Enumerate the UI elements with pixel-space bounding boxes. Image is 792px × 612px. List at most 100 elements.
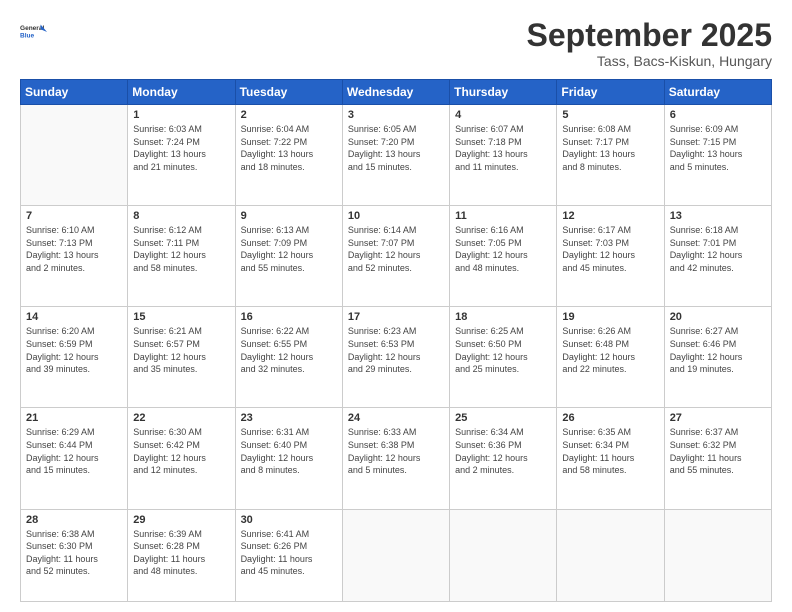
day-number: 22 [133, 412, 229, 424]
header-monday: Monday [128, 80, 235, 105]
day-info: Sunrise: 6:10 AM Sunset: 7:13 PM Dayligh… [26, 224, 122, 274]
day-info: Sunrise: 6:20 AM Sunset: 6:59 PM Dayligh… [26, 325, 122, 375]
calendar-cell: 12Sunrise: 6:17 AM Sunset: 7:03 PM Dayli… [557, 206, 664, 307]
day-number: 8 [133, 210, 229, 222]
page: GeneralBlue September 2025 Tass, Bacs-Ki… [0, 0, 792, 612]
day-info: Sunrise: 6:04 AM Sunset: 7:22 PM Dayligh… [241, 123, 337, 173]
day-info: Sunrise: 6:35 AM Sunset: 6:34 PM Dayligh… [562, 426, 658, 476]
day-number: 21 [26, 412, 122, 424]
day-number: 17 [348, 311, 444, 323]
day-number: 27 [670, 412, 766, 424]
calendar-table: Sunday Monday Tuesday Wednesday Thursday… [20, 79, 772, 602]
header-tuesday: Tuesday [235, 80, 342, 105]
calendar-cell: 4 Sunrise: 6:07 AM Sunset: 7:18 PM Daylig… [450, 105, 557, 206]
logo: GeneralBlue [20, 18, 48, 46]
calendar-cell: 23 Sunrise: 6:31 AM Sunset: 6:40 PM Dayli… [235, 408, 342, 509]
calendar-cell: 28 Sunrise: 6:38 AM Sunset: 6:30 PM Dayli… [21, 509, 128, 602]
day-info: Sunrise: 6:13 AM Sunset: 7:09 PM Dayligh… [241, 224, 337, 274]
day-number: 26 [562, 412, 658, 424]
calendar-cell: 7 Sunrise: 6:10 AM Sunset: 7:13 PM Daylig… [21, 206, 128, 307]
svg-text:Blue: Blue [20, 33, 34, 40]
day-number: 23 [241, 412, 337, 424]
day-info: Sunrise: 6:21 AM Sunset: 6:57 PM Dayligh… [133, 325, 229, 375]
day-info: Sunrise: 6:33 AM Sunset: 6:38 PM Dayligh… [348, 426, 444, 476]
day-number: 30 [241, 514, 337, 526]
location-subtitle: Tass, Bacs-Kiskun, Hungary [527, 53, 772, 69]
calendar-cell: 9 Sunrise: 6:13 AM Sunset: 7:09 PM Daylig… [235, 206, 342, 307]
day-info: Sunrise: 6:07 AM Sunset: 7:18 PM Dayligh… [455, 123, 551, 173]
day-number: 4 [455, 109, 551, 121]
calendar-cell: 10 Sunrise: 6:14 AM Sunset: 7:07 PM Dayli… [342, 206, 449, 307]
day-info: Sunrise: 6:34 AM Sunset: 6:36 PM Dayligh… [455, 426, 551, 476]
day-info: Sunrise: 6:26 AM Sunset: 6:48 PM Dayligh… [562, 325, 658, 375]
day-number: 1 [133, 109, 229, 121]
calendar-cell: 15 Sunrise: 6:21 AM Sunset: 6:57 PM Dayli… [128, 307, 235, 408]
day-number: 28 [26, 514, 122, 526]
calendar-cell: 21 Sunrise: 6:29 AM Sunset: 6:44 PM Dayli… [21, 408, 128, 509]
header-thursday: Thursday [450, 80, 557, 105]
calendar-cell: 20 Sunrise: 6:27 AM Sunset: 6:46 PM Dayli… [664, 307, 771, 408]
day-info: Sunrise: 6:27 AM Sunset: 6:46 PM Dayligh… [670, 325, 766, 375]
day-number: 2 [241, 109, 337, 121]
calendar-cell: 3 Sunrise: 6:05 AM Sunset: 7:20 PM Daylig… [342, 105, 449, 206]
day-info: Sunrise: 6:16 AM Sunset: 7:05 PM Dayligh… [455, 224, 551, 274]
calendar-cell: 17 Sunrise: 6:23 AM Sunset: 6:53 PM Dayli… [342, 307, 449, 408]
day-info: Sunrise: 6:18 AM Sunset: 7:01 PM Dayligh… [670, 224, 766, 274]
day-number: 14 [26, 311, 122, 323]
day-number: 11 [455, 210, 551, 222]
day-info: Sunrise: 6:38 AM Sunset: 6:30 PM Dayligh… [26, 528, 122, 578]
calendar-cell: 26 Sunrise: 6:35 AM Sunset: 6:34 PM Dayli… [557, 408, 664, 509]
day-number: 19 [562, 311, 658, 323]
day-info: Sunrise: 6:08 AM Sunset: 7:17 PM Dayligh… [562, 123, 658, 173]
weekday-header-row: Sunday Monday Tuesday Wednesday Thursday… [21, 80, 772, 105]
calendar-cell [664, 509, 771, 602]
day-number: 3 [348, 109, 444, 121]
header-friday: Friday [557, 80, 664, 105]
header-saturday: Saturday [664, 80, 771, 105]
calendar-cell: 2 Sunrise: 6:04 AM Sunset: 7:22 PM Daylig… [235, 105, 342, 206]
day-number: 20 [670, 311, 766, 323]
day-info: Sunrise: 6:23 AM Sunset: 6:53 PM Dayligh… [348, 325, 444, 375]
day-info: Sunrise: 6:03 AM Sunset: 7:24 PM Dayligh… [133, 123, 229, 173]
calendar-cell: 18Sunrise: 6:25 AM Sunset: 6:50 PM Dayli… [450, 307, 557, 408]
calendar-cell: 29Sunrise: 6:39 AM Sunset: 6:28 PM Dayli… [128, 509, 235, 602]
day-number: 29 [133, 514, 229, 526]
day-info: Sunrise: 6:31 AM Sunset: 6:40 PM Dayligh… [241, 426, 337, 476]
day-number: 6 [670, 109, 766, 121]
day-number: 7 [26, 210, 122, 222]
day-info: Sunrise: 6:29 AM Sunset: 6:44 PM Dayligh… [26, 426, 122, 476]
calendar-cell [450, 509, 557, 602]
day-number: 12 [562, 210, 658, 222]
day-number: 16 [241, 311, 337, 323]
day-info: Sunrise: 6:30 AM Sunset: 6:42 PM Dayligh… [133, 426, 229, 476]
day-info: Sunrise: 6:05 AM Sunset: 7:20 PM Dayligh… [348, 123, 444, 173]
calendar-cell [557, 509, 664, 602]
calendar-cell [342, 509, 449, 602]
day-info: Sunrise: 6:25 AM Sunset: 6:50 PM Dayligh… [455, 325, 551, 375]
day-info: Sunrise: 6:22 AM Sunset: 6:55 PM Dayligh… [241, 325, 337, 375]
day-number: 9 [241, 210, 337, 222]
calendar-cell: 24 Sunrise: 6:33 AM Sunset: 6:38 PM Dayli… [342, 408, 449, 509]
calendar-cell: 19 Sunrise: 6:26 AM Sunset: 6:48 PM Dayli… [557, 307, 664, 408]
day-info: Sunrise: 6:12 AM Sunset: 7:11 PM Dayligh… [133, 224, 229, 274]
header: GeneralBlue September 2025 Tass, Bacs-Ki… [20, 18, 772, 69]
day-info: Sunrise: 6:09 AM Sunset: 7:15 PM Dayligh… [670, 123, 766, 173]
day-number: 5 [562, 109, 658, 121]
day-number: 10 [348, 210, 444, 222]
day-number: 24 [348, 412, 444, 424]
day-info: Sunrise: 6:14 AM Sunset: 7:07 PM Dayligh… [348, 224, 444, 274]
logo-icon: GeneralBlue [20, 18, 48, 46]
day-number: 15 [133, 311, 229, 323]
day-number: 25 [455, 412, 551, 424]
day-info: Sunrise: 6:37 AM Sunset: 6:32 PM Dayligh… [670, 426, 766, 476]
calendar-cell: 22 Sunrise: 6:30 AM Sunset: 6:42 PM Dayli… [128, 408, 235, 509]
calendar-cell: 13 Sunrise: 6:18 AM Sunset: 7:01 PM Dayli… [664, 206, 771, 307]
month-title: September 2025 [527, 18, 772, 53]
calendar-cell: 6 Sunrise: 6:09 AM Sunset: 7:15 PM Daylig… [664, 105, 771, 206]
calendar-cell: 27 Sunrise: 6:37 AM Sunset: 6:32 PM Dayli… [664, 408, 771, 509]
day-number: 13 [670, 210, 766, 222]
calendar-cell: 1 Sunrise: 6:03 AM Sunset: 7:24 PM Daylig… [128, 105, 235, 206]
calendar-cell: 25 Sunrise: 6:34 AM Sunset: 6:36 PM Dayli… [450, 408, 557, 509]
calendar-cell [21, 105, 128, 206]
calendar-cell: 8 Sunrise: 6:12 AM Sunset: 7:11 PM Daylig… [128, 206, 235, 307]
